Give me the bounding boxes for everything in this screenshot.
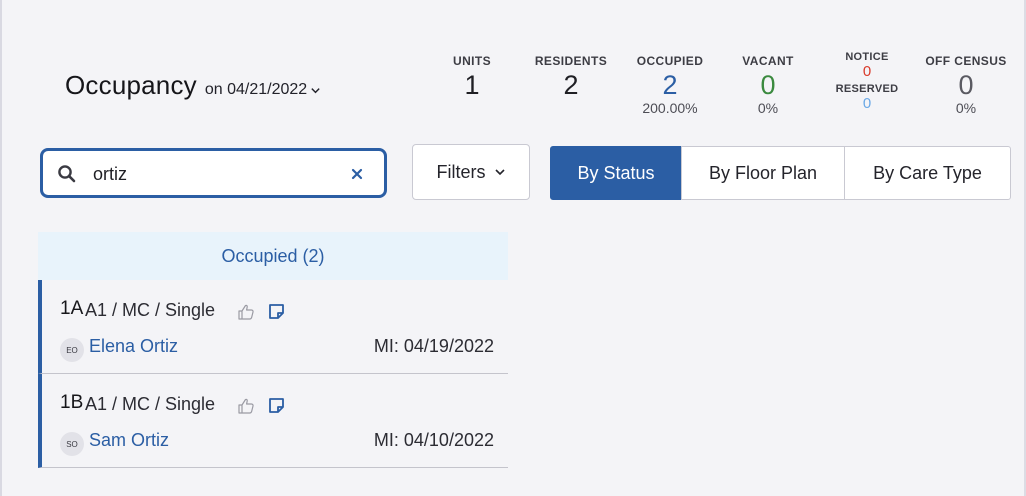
list-item[interactable]: 1B A1 / MC / Single SO Sam Ortiz MI: 04/… (38, 374, 508, 468)
list-item[interactable]: 1A A1 / MC / Single EO Elena Ortiz MI: 0… (38, 280, 508, 374)
stat-vacant-pct: 0% (757, 100, 779, 116)
stat-notice-label: NOTICE (845, 51, 889, 63)
group-header-occupied[interactable]: Occupied (2) (38, 232, 508, 280)
tab-by-floor-plan[interactable]: By Floor Plan (681, 146, 845, 200)
stat-residents-value: 2 (563, 70, 579, 100)
close-icon[interactable] (350, 167, 364, 181)
search-input[interactable] (93, 161, 333, 187)
filters-button[interactable]: Filters (412, 144, 530, 200)
note-icon[interactable] (267, 396, 286, 415)
chevron-down-icon (494, 169, 505, 176)
stat-off-census-label: OFF CENSUS (925, 54, 1007, 68)
tab-by-status[interactable]: By Status (550, 146, 682, 200)
stat-vacant: VACANT 0 0% (728, 54, 808, 116)
unit-number: 1B (60, 392, 84, 413)
page-header: Occupancy on 04/21/2022 (65, 70, 321, 101)
avatar: EO (60, 338, 84, 362)
view-toggle: By Status By Floor Plan By Care Type (550, 146, 1011, 200)
stat-units: UNITS 1 (442, 54, 502, 100)
stat-residents-label: RESIDENTS (534, 54, 608, 68)
date-label: on 04/21/2022 (204, 81, 308, 98)
stat-vacant-value: 0 (760, 70, 776, 100)
left-divider (0, 0, 2, 496)
stat-occupied-pct: 200.00% (642, 100, 698, 116)
tab-by-care-type[interactable]: By Care Type (844, 146, 1011, 200)
stat-occupied-label: OCCUPIED (636, 54, 704, 68)
stat-units-label: UNITS (453, 54, 491, 68)
search-icon (58, 165, 76, 183)
stat-reserved-label: RESERVED (835, 83, 899, 95)
stat-off-census-value: 0 (958, 70, 974, 100)
move-in-date: MI: 04/10/2022 (373, 430, 494, 450)
page-title: Occupancy (65, 70, 197, 100)
stat-notice-value: 0 (862, 63, 872, 80)
unit-details: A1 / MC / Single (85, 394, 216, 414)
move-in-date: MI: 04/19/2022 (373, 336, 494, 356)
stat-notice-reserved: NOTICE 0 RESERVED 0 (827, 51, 907, 112)
stat-vacant-label: VACANT (742, 54, 794, 68)
date-selector[interactable]: on 04/21/2022 (205, 81, 321, 99)
stat-residents: RESIDENTS 2 (526, 54, 616, 100)
avatar: SO (60, 432, 84, 456)
unit-details: A1 / MC / Single (85, 300, 216, 320)
filters-label: Filters (436, 161, 486, 182)
stat-occupied-value: 2 (662, 70, 678, 100)
stat-reserved-value: 0 (862, 95, 872, 112)
stat-off-census: OFF CENSUS 0 0% (916, 54, 1016, 116)
resident-name-link[interactable]: Elena Ortiz (89, 336, 178, 357)
stat-occupied: OCCUPIED 2 200.00% (625, 54, 715, 116)
chevron-down-icon (311, 87, 320, 93)
unit-number: 1A (60, 298, 84, 319)
thumbs-up-icon[interactable] (237, 303, 255, 321)
resident-name-link[interactable]: Sam Ortiz (89, 430, 169, 451)
stat-units-value: 1 (464, 70, 480, 100)
note-icon[interactable] (267, 302, 286, 321)
search-box (40, 148, 387, 198)
thumbs-up-icon[interactable] (237, 397, 255, 415)
stat-off-census-pct: 0% (955, 100, 977, 116)
